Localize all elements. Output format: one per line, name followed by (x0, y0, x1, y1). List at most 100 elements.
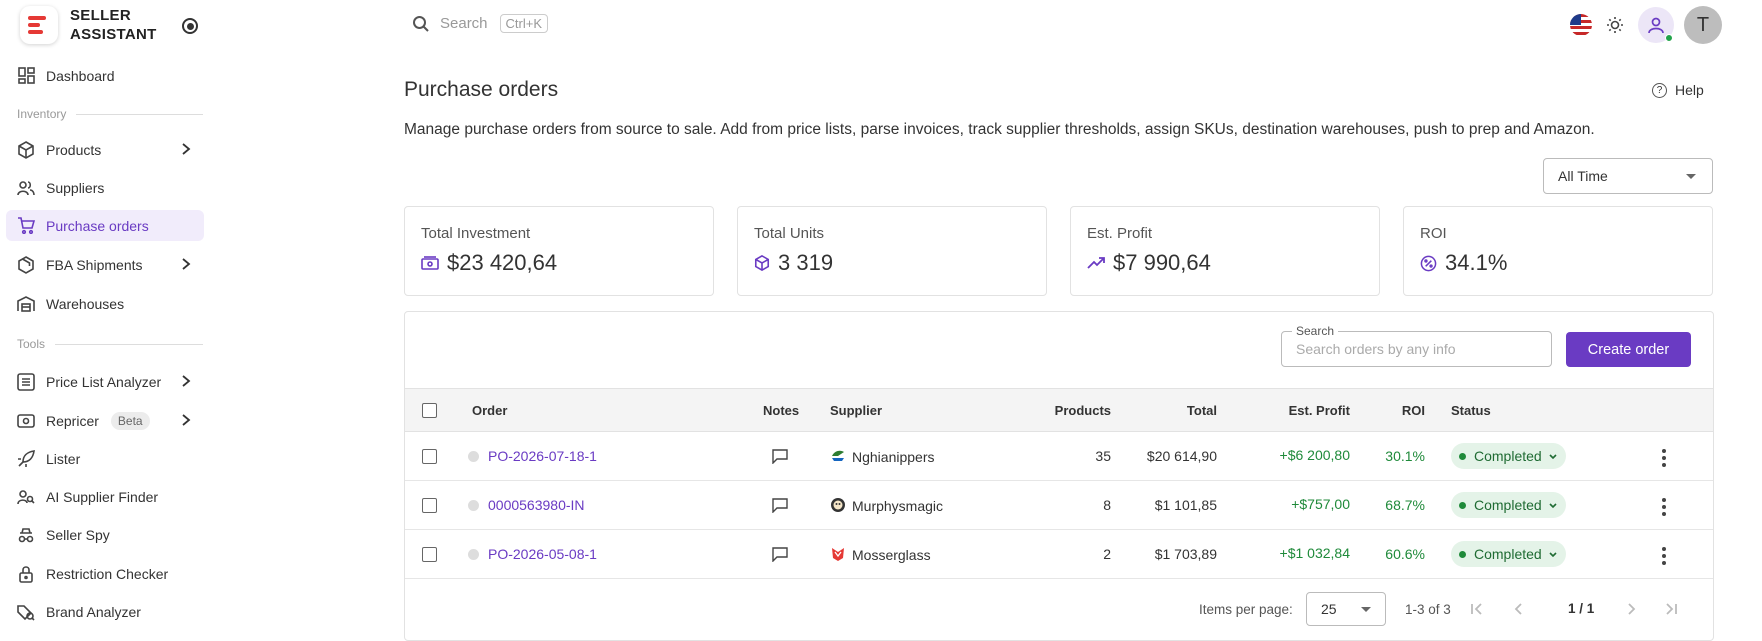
table-row[interactable]: 0000563980-IN Murphysmagic 8 $1 101,85 +… (405, 481, 1713, 530)
beta-badge: Beta (110, 411, 150, 430)
account-button[interactable] (1638, 7, 1674, 43)
status-dropdown[interactable]: Completed (1451, 492, 1566, 518)
sidebar: SELLER ASSISTANT Dashboard Inventory Pro… (0, 0, 212, 641)
status-dot (1459, 550, 1466, 558)
search-icon (412, 15, 430, 33)
row-menu-icon[interactable] (1662, 498, 1666, 516)
est-profit: +$757,00 (1291, 496, 1350, 512)
status-dropdown[interactable]: Completed (1451, 541, 1566, 567)
search-field-placeholder: Search orders by any info (1296, 341, 1456, 357)
products-count: 8 (1103, 497, 1111, 513)
sidebar-item-dashboard[interactable]: Dashboard (6, 60, 204, 91)
repricer-icon (16, 411, 36, 431)
table-row[interactable]: PO-2026-07-18-1 Nghianippers 35 $20 614,… (405, 432, 1713, 481)
prev-page-icon[interactable] (1512, 602, 1526, 619)
sidebar-item-lister[interactable]: Lister (6, 443, 204, 474)
sidebar-item-price-list-analyzer[interactable]: Price List Analyzer (6, 366, 204, 397)
user-icon (1648, 17, 1664, 34)
chevron-down-icon (1548, 448, 1558, 464)
status-dot (1459, 452, 1466, 460)
select-all-checkbox[interactable] (422, 403, 437, 418)
stat-total-units: Total Units 3 319 (737, 206, 1047, 296)
orders-search-input[interactable]: Search Search orders by any info (1281, 324, 1552, 367)
column-status[interactable]: Status (1451, 403, 1491, 418)
stat-value: $23 420,64 (447, 250, 558, 275)
order-link[interactable]: 0000563980-IN (488, 497, 585, 513)
sidebar-pin-icon[interactable] (182, 18, 198, 34)
sidebar-item-ai-supplier-finder[interactable]: AI Supplier Finder (6, 481, 204, 512)
sidebar-item-warehouses[interactable]: Warehouses (6, 288, 204, 319)
sidebar-item-label: Brand Analyzer (46, 603, 141, 620)
sidebar-item-purchase-orders[interactable]: Purchase orders (6, 210, 204, 241)
stat-value: $7 990,64 (1113, 250, 1211, 275)
items-per-page-select[interactable]: 25 (1306, 592, 1386, 626)
supplier-cell: Nghianippers (830, 448, 935, 465)
notes-icon[interactable] (772, 498, 788, 516)
row-checkbox[interactable] (422, 547, 437, 562)
order-link[interactable]: PO-2026-05-08-1 (488, 546, 597, 562)
order-total: $1 101,85 (1154, 497, 1217, 513)
list-icon (16, 372, 36, 392)
sidebar-item-label: Repricer (46, 412, 99, 429)
users-icon (16, 178, 36, 198)
notes-icon[interactable] (772, 547, 788, 565)
us-flag-icon[interactable] (1570, 14, 1592, 36)
row-menu-icon[interactable] (1662, 449, 1666, 467)
stat-total-investment: Total Investment $23 420,64 (404, 206, 714, 296)
column-notes[interactable]: Notes (763, 403, 799, 418)
column-products[interactable]: Products (1011, 403, 1111, 418)
sidebar-item-restriction-checker[interactable]: Restriction Checker (6, 558, 204, 589)
order-link[interactable]: PO-2026-07-18-1 (488, 448, 597, 464)
roi-value: 30.1% (1385, 448, 1425, 464)
sidebar-item-brand-analyzer[interactable]: Brand Analyzer (6, 596, 204, 627)
date-range-select[interactable]: All Time (1543, 158, 1713, 194)
stat-label: Total Units (754, 225, 825, 242)
last-page-icon[interactable] (1664, 602, 1678, 619)
sidebar-item-suppliers[interactable]: Suppliers (6, 172, 204, 203)
cash-icon (421, 255, 439, 271)
sidebar-item-label: Dashboard (46, 67, 115, 84)
page-description: Manage purchase orders from source to sa… (404, 121, 1595, 138)
row-checkbox[interactable] (422, 449, 437, 464)
column-supplier[interactable]: Supplier (830, 403, 882, 418)
chevron-down-icon (1548, 546, 1558, 562)
sidebar-item-label: Seller Spy (46, 526, 110, 543)
sidebar-item-label: Price List Analyzer (46, 373, 162, 390)
column-order[interactable]: Order (472, 403, 507, 418)
avatar[interactable]: T (1684, 6, 1722, 44)
brand-line-2: ASSISTANT (70, 26, 157, 43)
sidebar-item-fba-shipments[interactable]: FBA Shipments (6, 249, 204, 280)
user-search-icon (16, 487, 36, 507)
roi-value: 68.7% (1385, 497, 1425, 513)
sidebar-item-repricer[interactable]: Repricer Beta (6, 405, 204, 436)
chevron-right-icon (180, 374, 192, 391)
row-status-dot (468, 549, 479, 560)
stat-label: Total Investment (421, 225, 531, 242)
create-order-button[interactable]: Create order (1566, 332, 1691, 367)
table-row[interactable]: PO-2026-05-08-1 Mosserglass 2 $1 703,89 … (405, 530, 1713, 579)
next-page-icon[interactable] (1624, 602, 1638, 619)
row-checkbox[interactable] (422, 498, 437, 513)
help-button[interactable]: ? Help (1652, 82, 1704, 98)
help-icon: ? (1652, 82, 1667, 98)
brand[interactable]: SELLER ASSISTANT (20, 6, 157, 44)
chevron-right-icon (180, 257, 192, 274)
sun-icon[interactable] (1606, 16, 1624, 34)
notes-icon[interactable] (772, 449, 788, 467)
items-per-page-label: Items per page: (1199, 602, 1293, 617)
status-dropdown[interactable]: Completed (1451, 443, 1566, 469)
sidebar-item-products[interactable]: Products (6, 134, 204, 165)
row-menu-icon[interactable] (1662, 547, 1666, 565)
first-page-icon[interactable] (1470, 602, 1484, 619)
sidebar-item-seller-spy[interactable]: Seller Spy (6, 519, 204, 550)
column-total[interactable]: Total (1147, 403, 1217, 418)
column-roi[interactable]: ROI (1375, 403, 1425, 418)
supplier-name: Mosserglass (852, 547, 931, 563)
lock-icon (16, 564, 36, 584)
stat-label: ROI (1420, 225, 1447, 242)
est-profit: +$1 032,84 (1279, 545, 1350, 561)
global-search[interactable]: Search Ctrl+K (412, 14, 549, 33)
column-est-profit[interactable]: Est. Profit (1240, 403, 1350, 418)
est-profit: +$6 200,80 (1279, 447, 1350, 463)
percent-circle-icon (1420, 255, 1437, 272)
